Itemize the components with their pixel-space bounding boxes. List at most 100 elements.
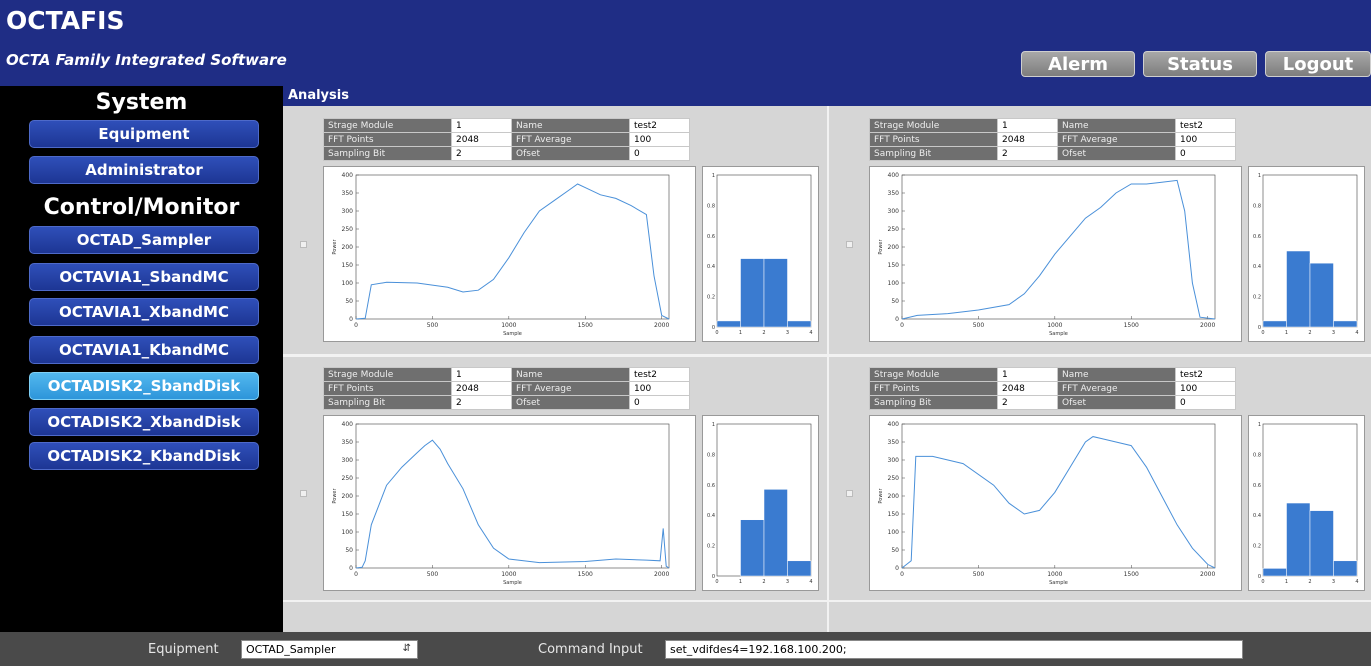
info-value: test2 — [1175, 118, 1236, 133]
hist-y-tick-label: 0.2 — [707, 544, 715, 550]
hist-y-tick-label: 0.8 — [1253, 203, 1261, 209]
histogram-bar — [1262, 568, 1287, 577]
x-axis-label: Sample — [503, 331, 522, 337]
info-value: 2048 — [451, 132, 512, 147]
nav-octavia1-kbandmc[interactable]: OCTAVIA1_KbandMC — [29, 336, 259, 364]
x-tick-label: 1500 — [1124, 571, 1139, 578]
y-tick-label: 400 — [342, 172, 354, 179]
panel-select-checkbox[interactable] — [300, 490, 307, 497]
histogram-svg: 00.20.40.60.810 1 2 3 4 — [707, 173, 813, 336]
hist-y-tick-label: 0.8 — [707, 452, 715, 458]
x-tick-label: 1500 — [578, 322, 593, 329]
nav-octadisk2-kbanddisk[interactable]: OCTADISK2_KbandDisk — [29, 442, 259, 470]
analysis-label: Analysis — [288, 88, 349, 103]
hist-y-tick-label: 0.4 — [707, 513, 715, 519]
plot-frame — [355, 423, 670, 569]
y-tick-label: 350 — [342, 190, 354, 197]
select-arrow-icon: ⇵ — [402, 643, 411, 654]
info-label: FFT Average — [1057, 381, 1176, 396]
x-axis-label: Sample — [503, 580, 522, 586]
y-tick-label: 150 — [342, 262, 354, 269]
x-tick-label: 0 — [900, 571, 904, 578]
histogram-bar — [740, 519, 765, 577]
power-series-line — [901, 436, 1216, 569]
x-tick-label: 500 — [973, 571, 985, 578]
panel-select-checkbox[interactable] — [300, 241, 307, 248]
y-tick-label: 250 — [342, 475, 354, 482]
logout-button[interactable]: Logout — [1265, 51, 1371, 77]
info-value: 1 — [451, 118, 512, 133]
y-tick-label: 150 — [342, 511, 354, 518]
y-tick-label: 400 — [342, 421, 354, 428]
histogram-bar — [763, 258, 788, 328]
info-row: FFT Points 2048 FFT Average 100 — [869, 381, 1236, 396]
info-label: Strage Module — [323, 367, 452, 382]
hist-y-tick-label: 0.8 — [1253, 452, 1261, 458]
info-value: 1 — [451, 367, 512, 382]
x-tick-label: 2000 — [1200, 571, 1215, 578]
nav-equipment[interactable]: Equipment — [29, 120, 259, 148]
equipment-select[interactable]: OCTAD_Sampler ⇵ — [241, 640, 418, 659]
panel-select-checkbox[interactable] — [846, 490, 853, 497]
hist-x-tick-label: 0 — [715, 579, 718, 585]
nav-administrator[interactable]: Administrator — [29, 156, 259, 184]
hist-x-tick-label: 1 — [739, 579, 742, 585]
spectrum-plot: 0 50 100 150 200 250 300 350 400 0 500 1000 1500 2000… — [323, 415, 696, 591]
x-axis-label: Sample — [1049, 331, 1068, 337]
info-label: Name — [1057, 118, 1176, 133]
command-input[interactable]: set_vdifdes4=192.168.100.200; — [665, 640, 1243, 659]
info-value: 100 — [629, 381, 690, 396]
info-label: Ofset — [511, 146, 630, 161]
info-label: FFT Average — [1057, 132, 1176, 147]
y-tick-label: 200 — [342, 244, 354, 251]
spectrum-plot-svg: 0 50 100 150 200 250 300 350 400 0 500 1000 1500 2000… — [332, 421, 670, 586]
info-label: FFT Points — [323, 381, 452, 396]
histogram-bar — [1309, 510, 1334, 577]
nav-octavia1-xbandmc[interactable]: OCTAVIA1_XbandMC — [29, 298, 259, 326]
nav-octadisk2-xbanddisk[interactable]: OCTADISK2_XbandDisk — [29, 408, 259, 436]
hist-x-tick-label: 4 — [809, 330, 812, 336]
info-row: FFT Points 2048 FFT Average 100 — [869, 132, 1236, 147]
info-value: 1 — [997, 118, 1058, 133]
y-tick-label: 250 — [888, 226, 900, 233]
nav-octad-sampler[interactable]: OCTAD_Sampler — [29, 226, 259, 254]
y-tick-label: 350 — [342, 439, 354, 446]
panel-select-checkbox[interactable] — [846, 241, 853, 248]
y-axis-label: Power — [332, 488, 338, 504]
y-tick-label: 300 — [342, 208, 354, 215]
x-tick-label: 500 — [973, 322, 985, 329]
info-value: 2 — [451, 395, 512, 410]
info-label: Strage Module — [869, 118, 998, 133]
hist-y-tick-label: 0.6 — [1253, 234, 1261, 240]
analysis-panel: Strage Module 1 Name test2 FFT Points 2048 FFT… — [829, 357, 1369, 601]
info-row: Strage Module 1 Name test2 — [323, 118, 690, 133]
status-button[interactable]: Status — [1143, 51, 1257, 77]
hist-x-tick-label: 1 — [1285, 330, 1288, 336]
info-label: Ofset — [511, 395, 630, 410]
power-series-line — [355, 183, 670, 320]
info-label: FFT Average — [511, 132, 630, 147]
plot-frame — [355, 174, 670, 320]
y-tick-label: 100 — [888, 280, 900, 287]
nav-octadisk2-sbanddisk[interactable]: OCTADISK2_SbandDisk — [29, 372, 259, 400]
hist-y-tick-label: 1 — [1258, 422, 1261, 428]
y-tick-label: 50 — [891, 298, 899, 305]
info-value: 2 — [997, 146, 1058, 161]
nav-octavia1-sbandmc[interactable]: OCTAVIA1_SbandMC — [29, 263, 259, 291]
info-value: 100 — [1175, 381, 1236, 396]
info-label: Strage Module — [323, 118, 452, 133]
hist-x-tick-label: 3 — [786, 330, 789, 336]
x-axis-label: Sample — [1049, 580, 1068, 586]
info-label: FFT Points — [869, 381, 998, 396]
alarm-button[interactable]: Alerm — [1021, 51, 1135, 77]
histogram-svg: 00.20.40.60.810 1 2 3 4 — [1253, 422, 1359, 585]
info-label: Sampling Bit — [323, 146, 452, 161]
power-series-line — [355, 439, 670, 569]
info-value: 2048 — [997, 381, 1058, 396]
y-tick-label: 50 — [345, 298, 353, 305]
info-row: Sampling Bit 2 Ofset 0 — [869, 395, 1236, 410]
info-label: Ofset — [1057, 395, 1176, 410]
panel-info-table: Strage Module 1 Name test2 FFT Points 2048 FFT… — [869, 367, 1236, 410]
hist-y-tick-label: 0.6 — [1253, 483, 1261, 489]
y-tick-label: 0 — [895, 565, 899, 572]
